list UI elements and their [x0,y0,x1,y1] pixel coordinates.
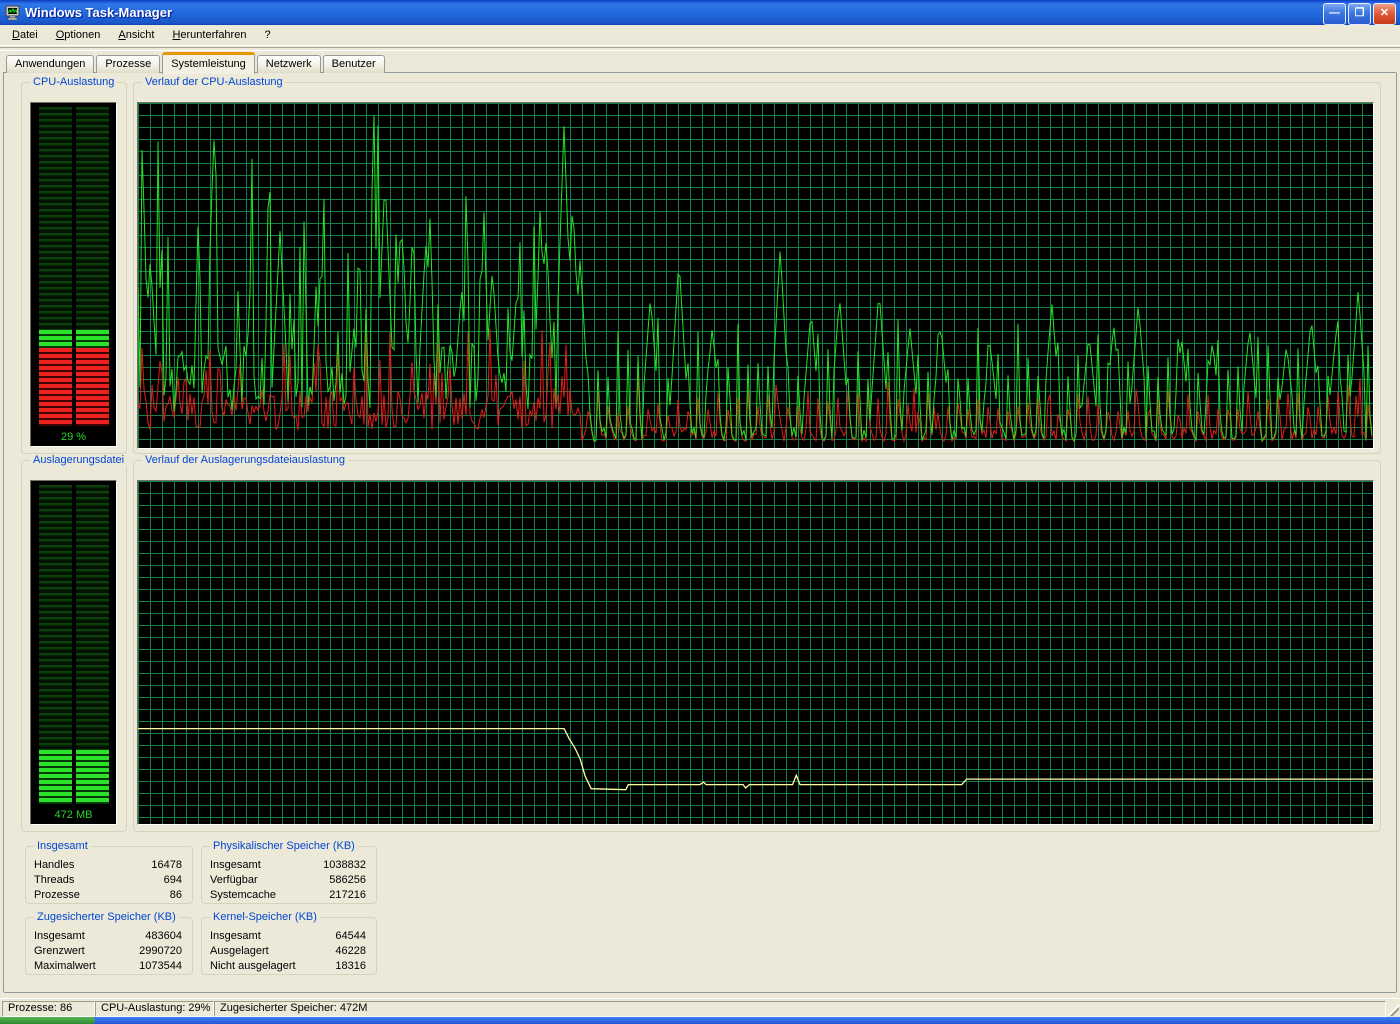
tab-netzwerk[interactable]: Netzwerk [257,55,321,73]
window-title: Windows Task-Manager [25,5,172,20]
cpu-user-led [76,330,109,348]
stat-label: Insgesamt [210,858,261,873]
stat-row: Maximalwert 1073544 [26,959,192,974]
stat-value: 86 [170,888,182,903]
cpu-history-caption: Verlauf der CPU-Auslastung [142,76,286,88]
stat-row: Insgesamt 483604 [26,929,192,944]
kernel-memory-groupbox: Kernel-Speicher (KB) Insgesamt64544 Ausg… [201,917,377,975]
titlebar[interactable]: Windows Task-Manager — ❐ ✕ [0,0,1400,25]
menu-optionen[interactable]: Optionen [47,26,110,44]
stat-row: Insgesamt 1038832 [202,858,376,873]
stat-label: Threads [34,873,74,888]
cpu-gauge-caption: CPU-Auslastung [30,76,117,88]
stat-label: Grenzwert [34,944,85,959]
menu-datei[interactable]: Datei [3,26,47,44]
stat-row: Verfügbar 586256 [202,873,376,888]
stat-row: Systemcache 217216 [202,888,376,903]
menu-herunterfahren[interactable]: Herunterfahren [163,26,255,44]
totals-groupbox: Insgesamt Handles16478 Threads694 Prozes… [25,846,193,904]
stat-value: 16478 [151,858,182,873]
stat-value: 483604 [145,929,182,944]
commit-charge-caption: Zugesicherter Speicher (KB) [34,911,179,923]
tab-anwendungen[interactable]: Anwendungen [6,55,94,73]
stat-label: Handles [34,858,74,873]
stat-label: Nicht ausgelagert [210,959,296,974]
pagefile-history-caption: Verlauf der Auslagerungsdateiauslastung [142,454,348,466]
cpu-led-column-right [76,107,109,426]
stat-label: Prozesse [34,888,80,903]
status-cpu-usage: CPU-Auslastung: 29% [95,1001,214,1017]
pagefile-led-column-left [39,485,72,804]
stat-row: Ausgelagert 46228 [202,944,376,959]
stat-value: 1073544 [139,959,182,974]
stat-value: 2990720 [139,944,182,959]
performance-tab-page: CPU-Auslastung 29 % Verlauf der CPU-Ausl… [3,72,1397,993]
stat-label: Insgesamt [210,929,261,944]
stat-label: Maximalwert [34,959,96,974]
stat-value: 694 [164,873,182,888]
close-button[interactable]: ✕ [1373,3,1396,25]
menubar: Datei Optionen Ansicht Herunterfahren ? [0,25,1400,46]
pagefile-history-groupbox: Verlauf der Auslagerungsdateiauslastung [133,460,1381,832]
stat-row: Handles 16478 [26,858,192,873]
physical-memory-caption: Physikalischer Speicher (KB) [210,840,358,852]
commit-charge-groupbox: Zugesicherter Speicher (KB) Insgesamt483… [25,917,193,975]
stat-value: 217216 [329,888,366,903]
cpu-history-plot [138,103,1373,448]
cpu-gauge-groupbox: CPU-Auslastung 29 % [21,82,127,454]
tab-benutzer[interactable]: Benutzer [323,55,385,73]
tabstrip: Anwendungen Prozesse Systemleistung Netz… [6,51,387,73]
stat-label: Insgesamt [34,929,85,944]
totals-caption: Insgesamt [34,840,91,852]
stat-value: 46228 [335,944,366,959]
menu-help[interactable]: ? [255,26,279,44]
cpu-kernel-led [76,348,109,426]
stat-row: Grenzwert 2990720 [26,944,192,959]
pagefile-led [76,750,109,804]
status-processes: Prozesse: 86 [2,1001,95,1017]
tab-prozesse[interactable]: Prozesse [96,55,160,73]
stat-row: Insgesamt 64544 [202,929,376,944]
stat-value: 64544 [335,929,366,944]
stat-row: Nicht ausgelagert 18316 [202,959,376,974]
menu-ansicht[interactable]: Ansicht [109,26,163,44]
taskbar-sliver[interactable] [0,1017,1400,1024]
pagefile-gauge-panel: 472 MB [30,480,117,825]
pagefile-gauge-caption: Auslagerungsdatei [30,454,127,466]
task-manager-window: { "window": { "title": "Windows Task-Man… [0,0,1400,1024]
stat-label: Ausgelagert [210,944,269,959]
tab-systemleistung[interactable]: Systemleistung [162,52,255,74]
cpu-user-led [39,330,72,348]
pagefile-history-plot [138,481,1373,824]
cpu-gauge-value: 29 % [31,431,116,443]
cpu-kernel-led [39,348,72,426]
stat-label: Verfügbar [210,873,258,888]
stat-row: Threads 694 [26,873,192,888]
resize-grip[interactable] [1387,1004,1399,1016]
cpu-led-column-left [39,107,72,426]
stat-value: 1038832 [323,858,366,873]
pagefile-led [39,750,72,804]
stat-row: Prozesse 86 [26,888,192,903]
pagefile-gauge-groupbox: Auslagerungsdatei 472 MB [21,460,127,832]
cpu-gauge-panel: 29 % [30,102,117,447]
pagefile-led-column-right [76,485,109,804]
stat-label: Systemcache [210,888,276,903]
kernel-memory-caption: Kernel-Speicher (KB) [210,911,320,923]
stat-value: 18316 [335,959,366,974]
start-button-sliver[interactable] [0,1017,95,1024]
restore-button[interactable]: ❐ [1348,3,1371,25]
pagefile-history-chart [137,480,1374,825]
cpu-history-groupbox: Verlauf der CPU-Auslastung [133,82,1381,454]
task-manager-icon [5,5,21,21]
statusbar: Prozesse: 86 CPU-Auslastung: 29% Zugesic… [0,998,1400,1017]
pagefile-gauge-value: 472 MB [31,809,116,821]
status-commit-charge: Zugesicherter Speicher: 472M [214,1001,1386,1017]
physical-memory-groupbox: Physikalischer Speicher (KB) Insgesamt10… [201,846,377,904]
cpu-history-chart [137,102,1374,449]
stat-value: 586256 [329,873,366,888]
minimize-button[interactable]: — [1323,3,1346,25]
